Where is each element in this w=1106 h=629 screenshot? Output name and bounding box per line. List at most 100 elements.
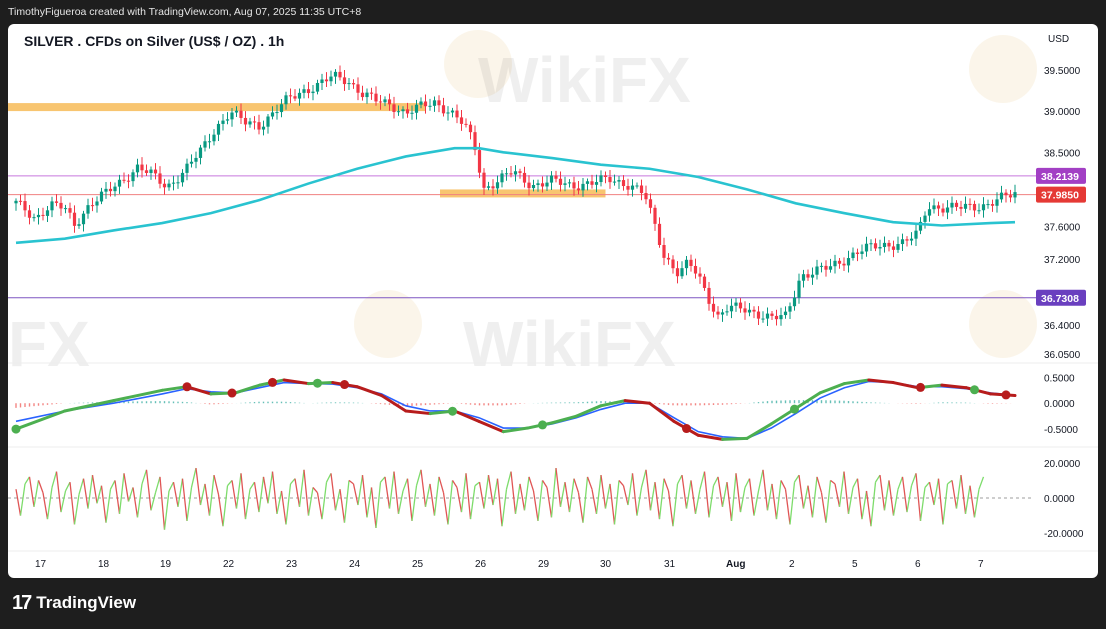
oscillator-segment — [361, 475, 368, 518]
candle-body — [612, 181, 617, 183]
resistance-zone — [440, 189, 606, 198]
oscillator-segment — [447, 480, 454, 525]
oscillator-segment — [874, 474, 881, 483]
candle-body — [549, 175, 554, 183]
candle-body — [212, 134, 216, 142]
candle-body — [909, 238, 914, 241]
oscillator-segment — [546, 487, 553, 518]
oscillator-segment — [433, 476, 440, 516]
price-level-label: 37.9850 — [1041, 190, 1079, 202]
oscillator-segment — [118, 473, 125, 514]
candle-body — [738, 302, 743, 309]
candle-body — [279, 104, 284, 113]
oscillator-segment — [708, 485, 715, 518]
oscillator-segment — [109, 480, 116, 490]
oscillator-segment — [190, 467, 197, 488]
candle-body — [936, 205, 941, 209]
candle-body — [527, 182, 531, 189]
oscillator-segment — [775, 480, 782, 520]
chart-credit: TimothyFigueroa created with TradingView… — [8, 6, 362, 18]
candle-body — [324, 79, 329, 82]
oscillator-segment — [771, 483, 778, 520]
candle-body — [459, 117, 464, 124]
chart-panel[interactable]: WikiFX WikiFX FX 39.5000 39.0000 38.5000 37.6… — [8, 24, 1098, 578]
oscillator-segment — [321, 482, 328, 520]
macd-cross-marker — [448, 406, 457, 416]
oscillator-segment — [667, 490, 674, 527]
time-tick-label: 19 — [160, 559, 172, 570]
candle-body — [869, 243, 873, 245]
oscillator-segment — [181, 478, 188, 521]
price-level-label: 38.2139 — [1041, 171, 1079, 183]
candle-body — [68, 208, 72, 213]
oscillator-segment — [892, 489, 899, 516]
macd-cross-marker — [538, 420, 547, 430]
candle-body — [18, 200, 23, 202]
candle-body — [252, 121, 257, 123]
candle-body — [855, 252, 860, 254]
oscillator-segment — [690, 480, 697, 514]
oscillator-segment — [132, 487, 139, 518]
oscillator-segment — [262, 476, 269, 504]
wikifx-watermark-icon — [969, 290, 1037, 358]
candle-body — [450, 110, 455, 113]
oscillator-tick-label: 20.0000 — [1044, 459, 1081, 470]
candle-body — [810, 274, 815, 278]
candle-body — [266, 116, 270, 127]
oscillator-segment — [618, 479, 624, 487]
macd-cross-marker — [916, 382, 925, 392]
candle-body — [351, 83, 356, 85]
candle-body — [369, 92, 374, 94]
candle-body — [945, 207, 950, 213]
macd-cross-marker — [682, 424, 691, 434]
oscillator-segment — [487, 475, 494, 506]
chart-canvas[interactable]: WikiFX WikiFX FX 39.5000 39.0000 38.5000 37.6… — [8, 24, 1098, 578]
candle-body — [585, 181, 590, 184]
candle-body — [959, 206, 963, 209]
time-tick-label: 5 — [852, 559, 858, 570]
time-tick-label: 7 — [978, 559, 984, 570]
oscillator-segment — [919, 487, 926, 521]
candle-body — [981, 204, 986, 211]
macd-line-segment — [404, 409, 432, 416]
candle-body — [702, 276, 707, 288]
candle-body — [383, 99, 387, 103]
oscillator-segment — [96, 485, 103, 504]
oscillator-segment — [496, 478, 503, 527]
oscillator-segment — [514, 483, 521, 514]
candle-body — [923, 215, 927, 222]
oscillator-segment — [492, 478, 499, 506]
candle-body — [635, 185, 639, 187]
oscillator-segment — [456, 487, 463, 513]
oscillator-tick-label: -20.0000 — [1044, 529, 1084, 540]
candle-body — [788, 306, 792, 312]
oscillator-segment — [748, 478, 755, 516]
oscillator-segment — [285, 483, 292, 525]
candle-body — [81, 213, 86, 225]
candle-body — [900, 239, 905, 245]
candle-body — [356, 84, 360, 93]
tradingview-brand: TradingView — [36, 593, 137, 612]
oscillator-segment — [64, 481, 71, 492]
oscillator-segment — [807, 485, 814, 518]
candle-body — [824, 265, 828, 270]
oscillator-segment — [420, 469, 427, 507]
candle-body — [77, 224, 81, 226]
oscillator-segment — [168, 481, 175, 492]
price-axis[interactable]: 39.5000 39.0000 38.5000 37.6000 37.2000 36.40… — [1036, 66, 1086, 540]
oscillator-segment — [267, 471, 274, 504]
candle-body — [158, 173, 162, 184]
time-axis[interactable]: 17 18 19 22 23 24 25 26 29 30 31 Aug 2 5 6 7 — [35, 559, 984, 570]
macd-cross-marker — [11, 424, 21, 434]
tradingview-logo[interactable]: 17 TradingView — [12, 592, 136, 614]
oscillator-segment — [820, 492, 827, 523]
candle-body — [833, 260, 837, 267]
oscillator-segment — [978, 476, 985, 490]
oscillator-segment — [249, 481, 256, 490]
candle-body — [891, 246, 896, 250]
macd-cross-marker — [790, 404, 799, 414]
candle-body — [657, 223, 662, 245]
candle-body — [248, 121, 252, 125]
oscillator-segment — [258, 476, 265, 513]
candle-body — [491, 186, 495, 189]
